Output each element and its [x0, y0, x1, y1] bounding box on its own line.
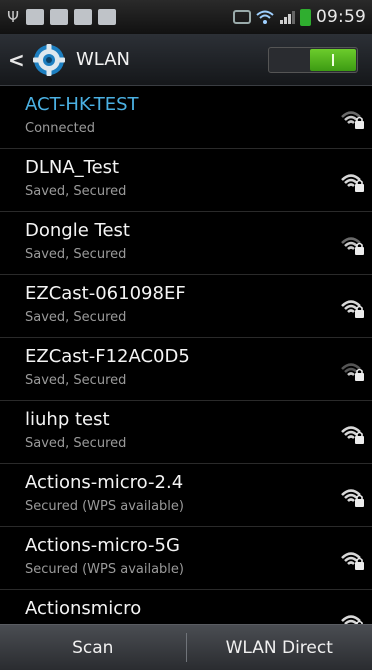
network-status: Saved, Secured — [25, 373, 127, 388]
network-row[interactable]: DLNA_Test Saved, Secured — [0, 149, 372, 212]
network-status: Secured (WPS available) — [25, 499, 184, 514]
network-status: Secured (WPS available) — [25, 562, 184, 577]
network-row[interactable]: Actionsmicro — [0, 590, 372, 624]
page-title: WLAN — [76, 49, 131, 70]
chevron-left-icon[interactable]: < — [8, 48, 30, 72]
wifi-lock-icon — [341, 426, 364, 444]
network-ssid: EZCast-F12AC0D5 — [25, 346, 190, 367]
bottom-action-bar: Scan WLAN Direct — [0, 624, 372, 670]
wifi-icon — [256, 10, 274, 24]
wifi-lock-icon — [341, 615, 363, 624]
network-row[interactable]: Actions-micro-5G Secured (WPS available) — [0, 527, 372, 590]
network-status: Connected — [25, 121, 96, 136]
wlan-header: < WLAN — [0, 34, 372, 86]
network-ssid: EZCast-061098EF — [25, 283, 186, 304]
battery-icon — [300, 8, 311, 26]
network-row[interactable]: EZCast-F12AC0D5 Saved, Secured — [0, 338, 372, 401]
wifi-lock-icon — [341, 111, 364, 129]
wifi-lock-icon — [341, 300, 364, 318]
network-list[interactable]: ACT-HK-TEST Connected DLNA_Test Saved, S… — [0, 86, 372, 624]
toggle-knob — [310, 49, 356, 71]
status-time: 09:59 — [316, 7, 366, 27]
network-ssid: Actionsmicro — [25, 598, 142, 619]
wifi-lock-icon — [341, 363, 364, 381]
image-icon — [98, 9, 116, 25]
wifi-lock-icon — [341, 237, 364, 255]
network-status: Saved, Secured — [25, 310, 127, 325]
wlan-toggle[interactable] — [268, 47, 358, 73]
network-row[interactable]: EZCast-061098EF Saved, Secured — [0, 275, 372, 338]
network-row[interactable]: liuhp test Saved, Secured — [0, 401, 372, 464]
network-ssid: liuhp test — [25, 409, 110, 430]
document-icon — [50, 9, 68, 25]
network-row[interactable]: Actions-micro-2.4 Secured (WPS available… — [0, 464, 372, 527]
signal-icon — [280, 11, 295, 24]
usb-icon: Ψ — [7, 8, 19, 26]
wifi-lock-icon — [341, 552, 364, 570]
network-status: Saved, Secured — [25, 247, 127, 262]
network-ssid: Actions-micro-5G — [25, 535, 180, 556]
sd-card-icon — [26, 9, 44, 25]
status-bar: Ψ 09:59 — [0, 0, 372, 34]
network-status: Saved, Secured — [25, 436, 127, 451]
network-ssid: DLNA_Test — [25, 157, 120, 178]
phone-icon — [74, 9, 92, 25]
wifi-lock-icon — [341, 174, 364, 192]
wlan-direct-button[interactable]: WLAN Direct — [187, 625, 372, 670]
scan-button[interactable]: Scan — [0, 625, 186, 670]
gear-icon[interactable] — [32, 43, 66, 77]
network-ssid: Dongle Test — [25, 220, 130, 241]
network-row[interactable]: ACT-HK-TEST Connected — [0, 86, 372, 149]
network-ssid: ACT-HK-TEST — [25, 94, 139, 115]
network-row[interactable]: Dongle Test Saved, Secured — [0, 212, 372, 275]
wifi-lock-icon — [341, 489, 364, 507]
network-status: Saved, Secured — [25, 184, 127, 199]
network-ssid: Actions-micro-2.4 — [25, 472, 184, 493]
mute-icon — [233, 10, 251, 24]
